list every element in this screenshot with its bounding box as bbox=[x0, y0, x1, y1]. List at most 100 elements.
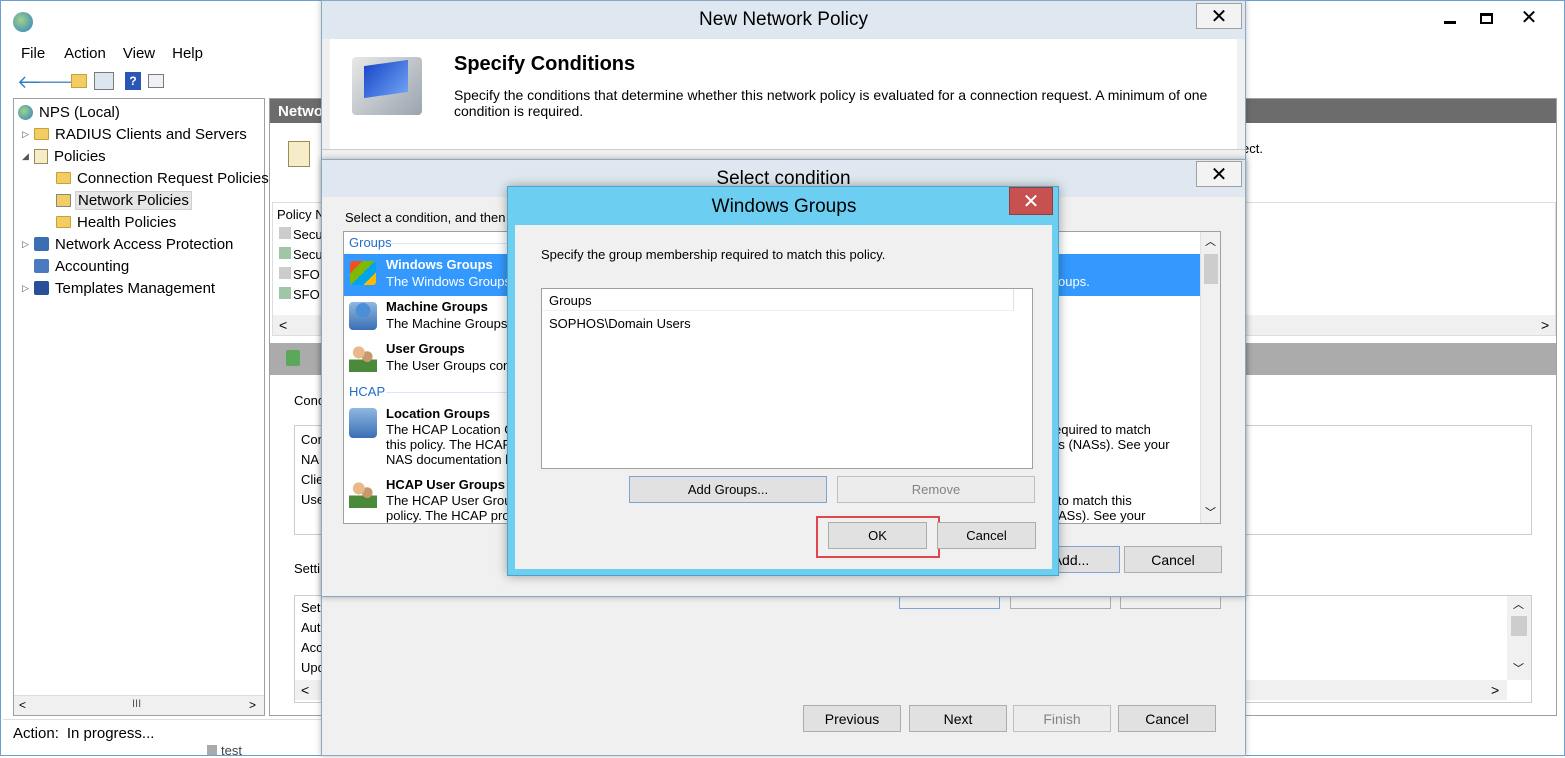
condition-vscrollbar[interactable]: ︿ ﹀ bbox=[1200, 232, 1220, 523]
menu-bar: File Action View Help bbox=[11, 45, 203, 67]
accounting-icon bbox=[34, 259, 49, 273]
tree-pane: NPS (Local) ▷ RADIUS Clients and Servers… bbox=[13, 98, 269, 716]
previous-button[interactable]: Previous bbox=[803, 705, 901, 732]
group-header-groups: Groups bbox=[349, 235, 392, 250]
menu-action[interactable]: Action bbox=[64, 45, 106, 67]
scroll-left-icon[interactable]: < bbox=[19, 698, 26, 712]
windows-groups-dialog: Windows Groups ✕ Specify the group membe… bbox=[507, 186, 1059, 576]
wizard-cancel-button[interactable]: Cancel bbox=[1118, 705, 1216, 732]
policy-icon bbox=[279, 267, 291, 279]
tree-item-connection-request-policies[interactable]: Connection Request Policies bbox=[56, 167, 269, 189]
up-folder-icon[interactable] bbox=[71, 74, 87, 88]
tree-item-nap[interactable]: ▷ Network Access Protection bbox=[22, 233, 233, 255]
minimize-button[interactable] bbox=[1431, 6, 1469, 30]
toolbar: 🡐 🡒 ? bbox=[15, 72, 175, 92]
location-groups-icon bbox=[349, 408, 377, 438]
finish-button: Finish bbox=[1013, 705, 1111, 732]
show-hide-tree-icon[interactable] bbox=[94, 72, 114, 90]
collapse-arrow-icon[interactable]: ◢ bbox=[22, 151, 34, 162]
select-cancel-button[interactable]: Cancel bbox=[1124, 546, 1222, 573]
tree-item-health-policies[interactable]: Health Policies bbox=[56, 211, 176, 233]
section-settings: Setti bbox=[294, 561, 321, 576]
policy-doc-icon bbox=[288, 141, 310, 167]
properties-icon[interactable] bbox=[148, 74, 164, 88]
menu-view[interactable]: View bbox=[123, 45, 155, 67]
groups-cancel-button[interactable]: Cancel bbox=[937, 522, 1036, 549]
nps-icon bbox=[18, 104, 33, 120]
remove-button: Remove bbox=[837, 476, 1035, 503]
close-icon[interactable]: ✕ bbox=[1009, 187, 1053, 215]
help-icon[interactable]: ? bbox=[125, 72, 141, 90]
maximize-button[interactable] bbox=[1471, 6, 1501, 30]
scroll-right-icon[interactable]: > bbox=[1491, 682, 1499, 698]
status-bar: Action: In progress... bbox=[3, 719, 323, 747]
network-policies-icon bbox=[56, 193, 71, 207]
dialog-titlebar: New Network Policy ✕ bbox=[322, 1, 1245, 39]
tree-item-accounting[interactable]: Accounting bbox=[22, 255, 129, 277]
expand-arrow-icon[interactable]: ▷ bbox=[22, 283, 34, 294]
shield-icon bbox=[286, 350, 300, 366]
cond-row: NA bbox=[301, 452, 320, 467]
instruction-text: Specify the group membership required to… bbox=[541, 247, 886, 262]
wizard-banner: Specify Conditions Specify the condition… bbox=[330, 39, 1237, 149]
machine-groups-icon bbox=[349, 302, 377, 330]
menu-file[interactable]: File bbox=[21, 45, 45, 67]
tree-item-policies[interactable]: ◢ Policies bbox=[22, 145, 106, 167]
policy-icon bbox=[279, 287, 291, 299]
scroll-thumb-icon[interactable] bbox=[1511, 616, 1527, 636]
dialog-title: Windows Groups bbox=[711, 196, 857, 217]
list-row[interactable]: Secu bbox=[279, 247, 323, 262]
menu-help[interactable]: Help bbox=[172, 45, 203, 67]
user-groups-icon bbox=[349, 344, 377, 372]
scroll-up-icon[interactable]: ︿ bbox=[1513, 596, 1524, 612]
nap-icon bbox=[34, 237, 49, 251]
templates-icon bbox=[34, 281, 49, 295]
group-row-domain-users[interactable]: SOPHOS\Domain Users bbox=[549, 316, 691, 331]
policy-icon bbox=[279, 247, 291, 259]
nps-app-icon bbox=[13, 12, 33, 32]
list-row[interactable]: Secu bbox=[279, 227, 323, 242]
policies-icon bbox=[34, 148, 48, 164]
item-icon bbox=[207, 745, 217, 755]
close-icon[interactable]: ✕ bbox=[1196, 3, 1242, 29]
scroll-down-icon[interactable]: ﹀ bbox=[1205, 504, 1216, 520]
dialog-title: New Network Policy bbox=[699, 9, 868, 30]
scroll-left-icon[interactable]: < bbox=[279, 317, 287, 333]
tree-item-nps-local[interactable]: NPS (Local) bbox=[18, 101, 120, 123]
ok-button[interactable]: OK bbox=[828, 522, 927, 549]
page-description: Specify the conditions that determine wh… bbox=[454, 87, 1208, 119]
scroll-right-icon[interactable]: > bbox=[249, 698, 256, 712]
cond-row: Cor bbox=[301, 432, 322, 447]
expand-arrow-icon[interactable]: ▷ bbox=[22, 129, 34, 140]
tree-item-templates[interactable]: ▷ Templates Management bbox=[22, 277, 215, 299]
group-header-hcap: HCAP bbox=[349, 384, 386, 399]
scroll-left-icon[interactable]: < bbox=[301, 682, 309, 698]
scroll-down-icon[interactable]: ﹀ bbox=[1513, 660, 1524, 676]
list-row[interactable]: SFO bbox=[279, 267, 320, 282]
list-header[interactable]: Policy N bbox=[277, 207, 325, 222]
hidden-buttons-row bbox=[899, 597, 1222, 609]
hcap-user-groups-icon bbox=[349, 480, 377, 508]
computer-icon bbox=[352, 57, 422, 115]
expand-arrow-icon[interactable]: ▷ bbox=[22, 239, 34, 250]
settings-vscrollbar[interactable]: ︿ ﹀ bbox=[1507, 596, 1531, 680]
setting-row: Acc bbox=[301, 640, 323, 655]
close-icon[interactable]: ✕ bbox=[1506, 5, 1552, 29]
close-icon[interactable]: ✕ bbox=[1196, 161, 1242, 187]
scroll-up-icon[interactable]: ︿ bbox=[1205, 233, 1216, 249]
dialog-body: Specify the group membership required to… bbox=[515, 225, 1052, 569]
tree-hscrollbar[interactable]: < III > bbox=[14, 695, 264, 715]
add-groups-button[interactable]: Add Groups... bbox=[629, 476, 827, 503]
next-button[interactable]: Next bbox=[909, 705, 1007, 732]
tree-item-radius[interactable]: ▷ RADIUS Clients and Servers bbox=[22, 123, 247, 145]
scroll-thumb-icon[interactable]: III bbox=[132, 698, 141, 710]
scroll-right-icon[interactable]: > bbox=[1541, 317, 1549, 333]
tree-item-network-policies[interactable]: Network Policies bbox=[56, 189, 192, 211]
list-row[interactable]: SFO bbox=[279, 287, 320, 302]
page-heading: Specify Conditions bbox=[454, 53, 636, 75]
scroll-thumb-icon[interactable] bbox=[1204, 254, 1218, 284]
section-conditions: Conc bbox=[294, 393, 325, 408]
folder-icon bbox=[56, 172, 71, 184]
windows-groups-icon bbox=[350, 261, 376, 285]
groups-column-header[interactable]: Groups bbox=[542, 289, 1014, 311]
